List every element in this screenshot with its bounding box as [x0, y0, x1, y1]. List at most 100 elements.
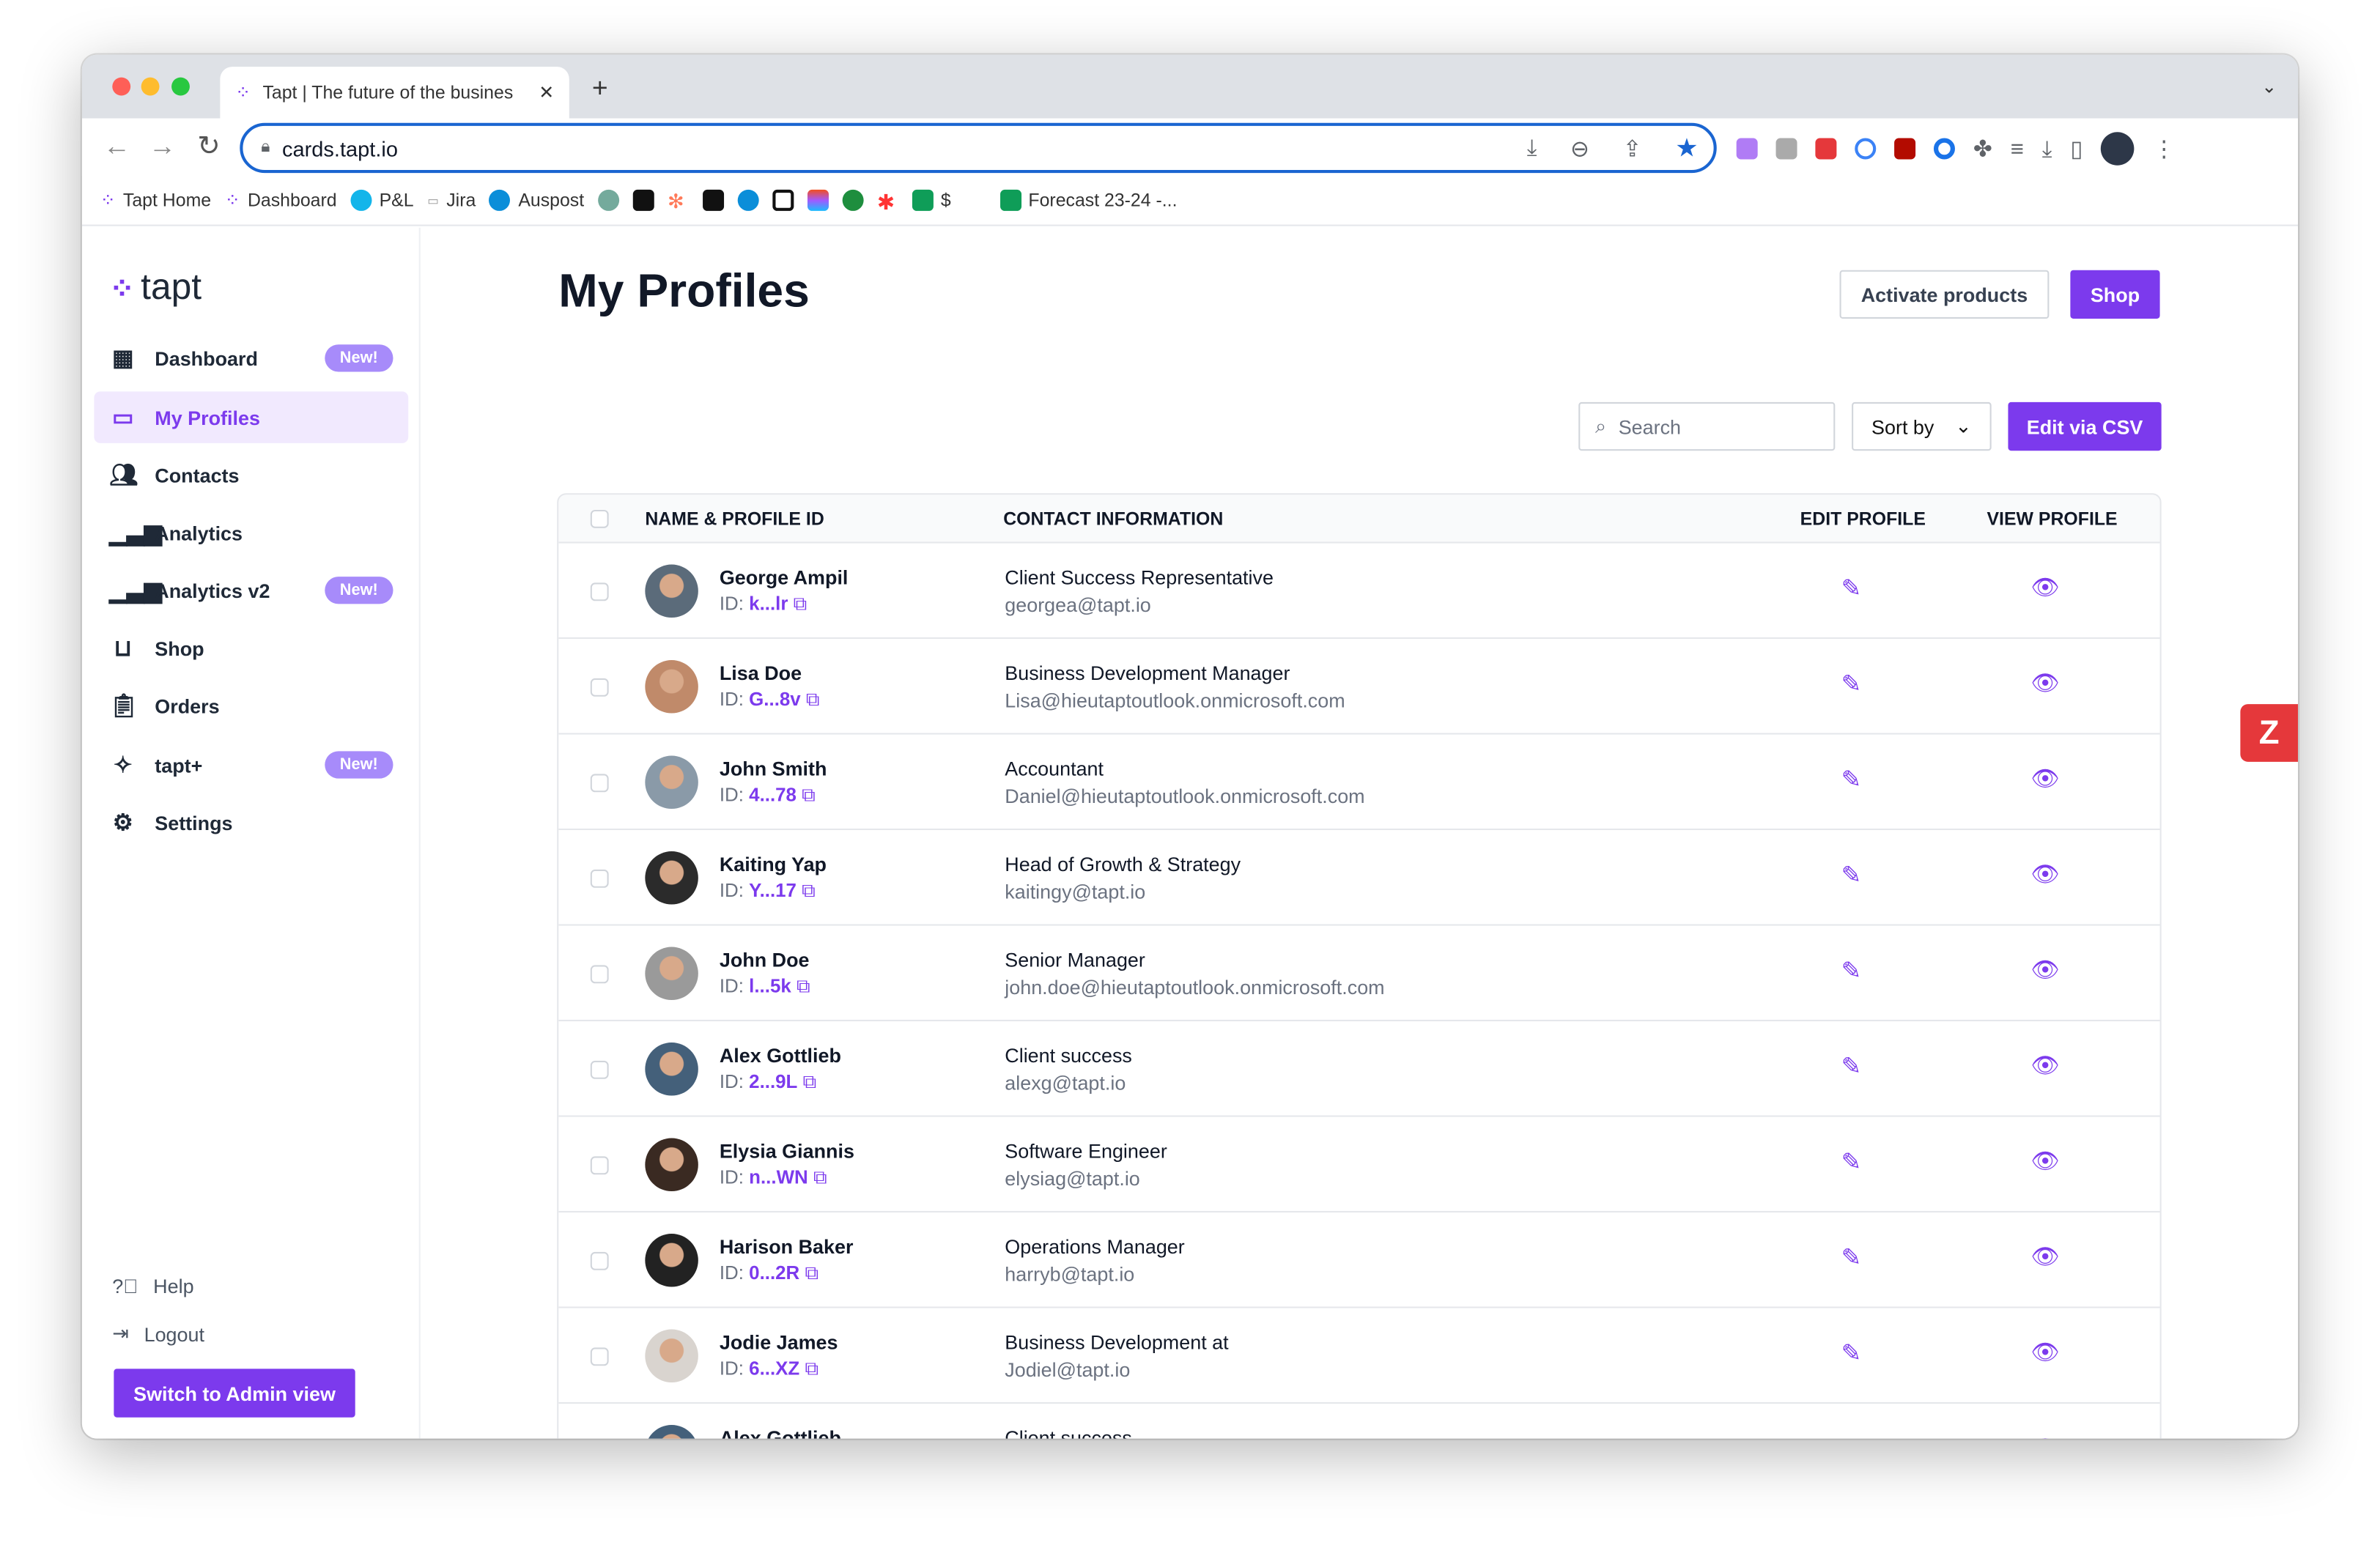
view-profile-eye-icon[interactable]: 👁︎: [2031, 1243, 2060, 1270]
edit-profile-pencil-icon[interactable]: ✎: [1841, 956, 1862, 986]
back-button[interactable]: ←: [103, 130, 130, 162]
chatgpt-bookmark-icon[interactable]: [597, 189, 619, 211]
row-checkbox[interactable]: [590, 1347, 609, 1366]
copy-icon[interactable]: ⧉: [805, 1358, 818, 1380]
row-checkbox[interactable]: [590, 1251, 609, 1270]
view-profile-eye-icon[interactable]: 👁︎: [2031, 669, 2060, 697]
view-profile-eye-icon[interactable]: 👁︎: [2031, 1434, 2060, 1439]
puzzle-extensions-icon[interactable]: ✤: [1973, 135, 1992, 162]
share-icon[interactable]: ⇪: [1623, 134, 1642, 161]
password-extension-icon[interactable]: [1855, 138, 1877, 160]
row-checkbox[interactable]: [590, 678, 609, 697]
edit-profile-pencil-icon[interactable]: ✎: [1841, 574, 1862, 604]
forward-button[interactable]: →: [149, 130, 176, 162]
row-checkbox[interactable]: [590, 1060, 609, 1079]
close-window-button[interactable]: [112, 77, 131, 96]
zoom-floating-button[interactable]: Z: [2240, 704, 2299, 762]
camera-extension-icon[interactable]: [1775, 138, 1797, 160]
row-checkbox[interactable]: [590, 582, 609, 601]
bookmark-forecast[interactable]: Forecast 23-24 -...: [999, 189, 1178, 211]
edit-profile-pencil-icon[interactable]: ✎: [1841, 1243, 1862, 1273]
view-profile-eye-icon[interactable]: 👁︎: [2031, 1147, 2060, 1174]
help-link[interactable]: ?⃝ Help: [112, 1275, 193, 1297]
copy-icon[interactable]: ⧉: [797, 976, 810, 997]
edit-profile-pencil-icon[interactable]: ✎: [1841, 765, 1862, 795]
sidebar-item-contacts[interactable]: 👥︎ Contacts: [94, 449, 408, 500]
sidebar-item-my-profiles[interactable]: ▭ My Profiles: [94, 391, 409, 443]
hubspot-bookmark-icon[interactable]: ✻: [668, 190, 689, 212]
bookmark-dollar[interactable]: $: [912, 189, 951, 211]
menu-kebab-icon[interactable]: ⋮: [2153, 135, 2176, 162]
shopify-bookmark-icon[interactable]: [632, 189, 654, 211]
figma-bookmark-icon[interactable]: [807, 189, 829, 211]
reload-button[interactable]: ↻: [197, 130, 220, 162]
copy-icon[interactable]: ⧉: [805, 1262, 818, 1284]
copy-icon[interactable]: ⧉: [802, 785, 816, 806]
switch-admin-view-button[interactable]: Switch to Admin view: [114, 1369, 355, 1418]
bookmark-star-icon[interactable]: ★: [1675, 133, 1699, 163]
extension-icon[interactable]: [1736, 138, 1758, 160]
sidebar-item-tapt-plus[interactable]: ✧ tapt+ New!: [94, 739, 408, 790]
zendesk-bookmark-icon[interactable]: [772, 189, 794, 211]
row-checkbox[interactable]: [590, 1156, 609, 1175]
green-bookmark-icon[interactable]: [842, 189, 864, 211]
zoom-out-icon[interactable]: ⊖: [1570, 134, 1589, 161]
asterisk-bookmark-icon[interactable]: ✱: [877, 190, 898, 214]
row-checkbox[interactable]: [590, 869, 609, 888]
bookmark-pl[interactable]: P&L: [350, 189, 414, 211]
bookmark-auspost[interactable]: Auspost: [489, 189, 584, 211]
side-panel-icon[interactable]: ▯: [2070, 135, 2082, 162]
view-profile-eye-icon[interactable]: 👁︎: [2031, 956, 2060, 983]
edit-via-csv-button[interactable]: Edit via CSV: [2008, 401, 2162, 451]
edit-profile-pencil-icon[interactable]: ✎: [1841, 1051, 1862, 1081]
address-bar[interactable]: 🔒︎ cards.tapt.io ⤓ ⊖ ⇪ ★: [240, 122, 1717, 174]
sidebar-item-shop[interactable]: ⊔ Shop: [94, 622, 408, 673]
apple-bookmark-icon[interactable]: [964, 190, 986, 211]
sidebar-item-orders[interactable]: 📋︎ Orders: [94, 680, 408, 731]
activate-products-button[interactable]: Activate products: [1839, 270, 2050, 319]
shop-button[interactable]: Shop: [2070, 270, 2160, 319]
sort-by-dropdown[interactable]: Sort by ⌄: [1852, 401, 1992, 451]
pdf-extension-icon[interactable]: [1894, 138, 1916, 160]
salesforce-bookmark-icon[interactable]: [737, 189, 759, 211]
view-profile-eye-icon[interactable]: 👁︎: [2031, 765, 2060, 792]
logout-link[interactable]: ⇥ Logout: [112, 1322, 204, 1346]
select-all-checkbox[interactable]: [590, 509, 609, 528]
copy-icon[interactable]: ⧉: [806, 689, 820, 710]
copy-icon[interactable]: ⧉: [802, 880, 816, 901]
profile-avatar[interactable]: [2101, 132, 2135, 166]
close-tab-icon[interactable]: ✕: [539, 82, 554, 103]
row-checkbox[interactable]: [590, 774, 609, 793]
sidebar-item-settings[interactable]: ⚙︎ Settings: [94, 796, 408, 848]
sidebar-item-analytics[interactable]: ▁▃▆ Analytics: [94, 507, 408, 558]
tapt-logo[interactable]: ⁘ tapt: [109, 267, 202, 310]
copy-icon[interactable]: ⧉: [803, 1071, 817, 1092]
edit-profile-pencil-icon[interactable]: ✎: [1841, 1434, 1862, 1439]
tab-list-chevron-icon[interactable]: ⌄: [2261, 76, 2277, 97]
bookmark-tapt-home[interactable]: ⁘ Tapt Home: [100, 190, 211, 211]
view-profile-eye-icon[interactable]: 👁︎: [2031, 1051, 2060, 1079]
copy-icon[interactable]: ⧉: [794, 593, 808, 615]
sidebar-item-dashboard[interactable]: ▦ Dashboard New!: [94, 333, 408, 384]
bookmark-dashboard[interactable]: ⁘ Dashboard: [225, 190, 337, 211]
browser-tab[interactable]: ⁘ Tapt | The future of the busines ✕: [220, 67, 569, 119]
edit-profile-pencil-icon[interactable]: ✎: [1841, 860, 1862, 890]
view-profile-eye-icon[interactable]: 👁︎: [2031, 574, 2060, 601]
reading-list-icon[interactable]: ≡: [2011, 136, 2024, 161]
calendly-extension-icon[interactable]: [1933, 138, 1955, 160]
view-profile-eye-icon[interactable]: 👁︎: [2031, 860, 2060, 888]
row-checkbox[interactable]: [590, 965, 609, 984]
bookmark-jira[interactable]: ▭ Jira: [427, 190, 476, 211]
downloads-icon[interactable]: ⤓: [2042, 136, 2052, 161]
install-icon[interactable]: ⤓: [1527, 135, 1537, 160]
copy-icon[interactable]: ⧉: [813, 1167, 827, 1188]
notion-bookmark-icon[interactable]: [702, 189, 724, 211]
edit-profile-pencil-icon[interactable]: ✎: [1841, 669, 1862, 699]
edit-profile-pencil-icon[interactable]: ✎: [1841, 1147, 1862, 1177]
search-input[interactable]: ⌕ Search: [1578, 401, 1836, 451]
maximize-window-button[interactable]: [171, 77, 190, 96]
minimize-window-button[interactable]: [141, 77, 160, 96]
edit-profile-pencil-icon[interactable]: ✎: [1841, 1338, 1862, 1369]
new-tab-button[interactable]: +: [592, 73, 608, 104]
view-profile-eye-icon[interactable]: 👁︎: [2031, 1338, 2060, 1366]
